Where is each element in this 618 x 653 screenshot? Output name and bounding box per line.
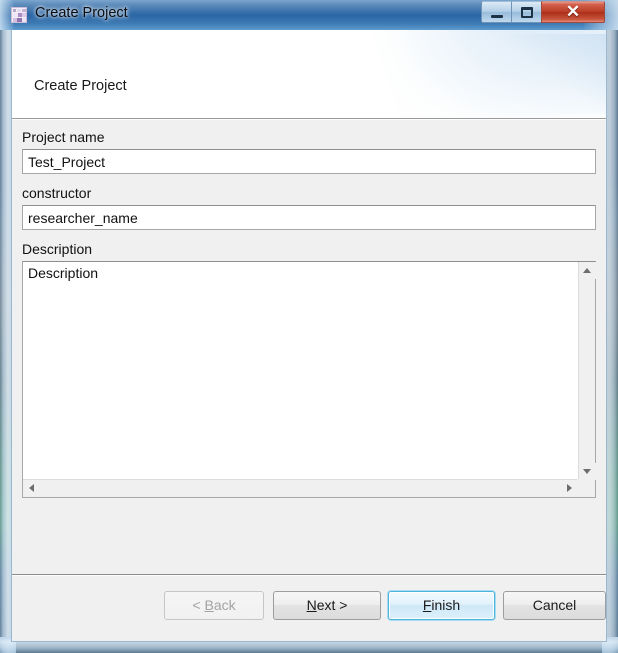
window-title: Create Project bbox=[35, 5, 128, 21]
finish-button-label: Finish bbox=[422, 597, 461, 613]
dialog-client-area: Create Project Project name constructor … bbox=[11, 30, 607, 642]
app-icon bbox=[11, 7, 27, 23]
scroll-down-arrow-icon[interactable] bbox=[579, 463, 596, 480]
maximize-icon bbox=[521, 7, 533, 18]
page-title: Create Project bbox=[34, 78, 127, 94]
scroll-left-arrow-icon[interactable] bbox=[23, 480, 40, 497]
back-button[interactable]: < Back bbox=[164, 591, 264, 620]
form-body: Project name constructor Description Des… bbox=[12, 120, 606, 574]
wizard-header: Create Project bbox=[12, 30, 606, 118]
next-button-label: Next > bbox=[306, 597, 348, 613]
close-button[interactable]: ✕ bbox=[541, 1, 605, 23]
constructor-input[interactable] bbox=[22, 205, 596, 230]
button-bar: < Back Next > Finish Cancel bbox=[12, 576, 606, 641]
vertical-scrollbar-track[interactable] bbox=[579, 279, 595, 463]
dialog-window: Create Project ✕ Create Project Project … bbox=[0, 0, 618, 653]
back-button-label: < Back bbox=[192, 597, 236, 613]
scroll-up-arrow-icon[interactable] bbox=[579, 262, 596, 279]
finish-button[interactable]: Finish bbox=[388, 591, 495, 620]
description-horizontal-scrollbar[interactable] bbox=[23, 479, 578, 497]
project-name-label: Project name bbox=[22, 129, 105, 145]
scrollbar-corner bbox=[577, 479, 595, 497]
constructor-label: constructor bbox=[22, 185, 92, 201]
scroll-right-arrow-icon[interactable] bbox=[561, 480, 578, 497]
minimize-button[interactable] bbox=[481, 1, 511, 23]
description-textarea[interactable]: Description bbox=[23, 262, 577, 479]
maximize-button[interactable] bbox=[511, 1, 541, 23]
cancel-button[interactable]: Cancel bbox=[503, 591, 606, 620]
title-bar[interactable]: Create Project ✕ bbox=[0, 0, 618, 30]
minimize-icon bbox=[491, 15, 503, 18]
description-field-container: Description bbox=[22, 261, 596, 498]
next-button[interactable]: Next > bbox=[273, 591, 381, 620]
close-icon: ✕ bbox=[565, 2, 581, 21]
description-label: Description bbox=[22, 241, 93, 257]
project-name-input[interactable] bbox=[22, 149, 596, 174]
description-vertical-scrollbar[interactable] bbox=[578, 262, 596, 480]
